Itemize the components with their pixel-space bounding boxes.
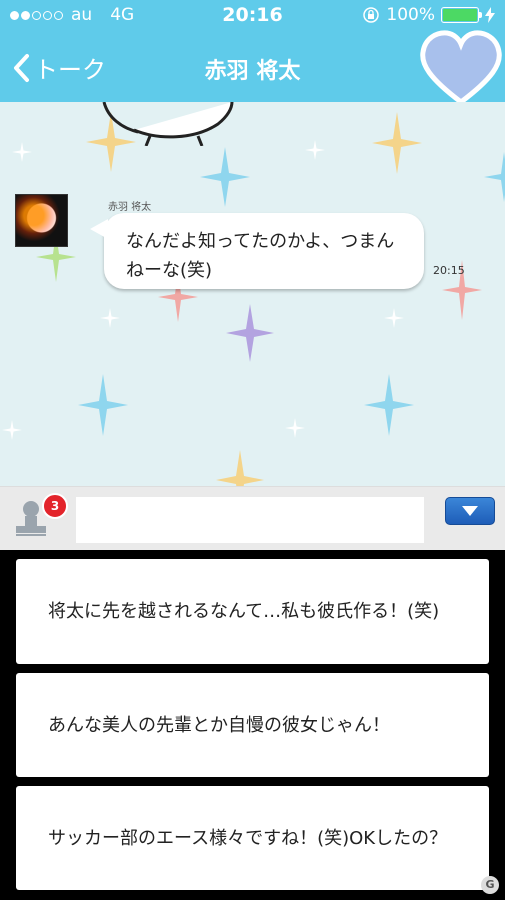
- sparkle-decoration-icon: [305, 140, 325, 160]
- reply-option-1[interactable]: 将太に先を越されるなんて…私も彼氏作る！(笑): [16, 559, 489, 664]
- reply-option-text: サッカー部のエース様々ですね！(笑)OKしたの？: [48, 827, 448, 849]
- sparkle-decoration-icon: [484, 152, 505, 202]
- header-bar: トーク 赤羽 将太: [0, 30, 505, 106]
- sparkle-decoration-icon: [226, 304, 274, 362]
- triangle-down-icon: [462, 506, 478, 516]
- sparkle-decoration-icon: [12, 142, 32, 162]
- sparkle-decoration-icon: [372, 112, 422, 174]
- battery-icon: [441, 7, 482, 23]
- sender-name: 赤羽 将太: [108, 202, 152, 213]
- reply-option-text: あんな美人の先輩とか自慢の彼女じゃん！: [48, 714, 390, 736]
- watermark-logo-icon: G: [481, 876, 499, 894]
- sparkle-decoration-icon: [78, 374, 128, 436]
- sparkle-decoration-icon: [285, 418, 305, 438]
- message-input[interactable]: [76, 497, 424, 543]
- sparkle-decoration-icon: [384, 308, 404, 328]
- toggle-options-button[interactable]: [445, 497, 495, 525]
- battery-percent: 100%: [386, 5, 435, 25]
- character-illustration: [102, 102, 234, 146]
- reply-option-3[interactable]: サッカー部のエース様々ですね！(笑)OKしたの？: [16, 786, 489, 890]
- reply-option-text: 将太に先を越されるなんて…私も彼氏作る！(笑): [48, 601, 440, 622]
- stamp-count-badge: 3: [42, 493, 68, 519]
- sparkle-decoration-icon: [200, 147, 250, 207]
- input-bar: 3: [0, 486, 505, 551]
- reply-option-2[interactable]: あんな美人の先輩とか自慢の彼女じゃん！: [16, 673, 489, 777]
- avatar[interactable]: [15, 194, 68, 247]
- sparkle-decoration-icon: [364, 374, 414, 436]
- reply-options: 将太に先を越されるなんて…私も彼氏作る！(笑) あんな美人の先輩とか自慢の彼女じ…: [0, 550, 505, 900]
- message-bubble: なんだよ知ってたのかよ、つまんねーな(笑): [90, 213, 424, 289]
- rotation-lock-icon: [363, 7, 380, 23]
- sparkle-decoration-icon: [100, 308, 120, 328]
- message-timestamp: 20:15: [433, 264, 465, 277]
- chat-area[interactable]: 赤羽 将太 なんだよ知ってたのかよ、つまんねーな(笑) 20:15: [0, 102, 505, 486]
- heart-icon[interactable]: [419, 28, 503, 108]
- charging-bolt-icon: [485, 7, 495, 23]
- sparkle-decoration-icon: [2, 420, 22, 440]
- sparkle-decoration-icon: [216, 450, 264, 486]
